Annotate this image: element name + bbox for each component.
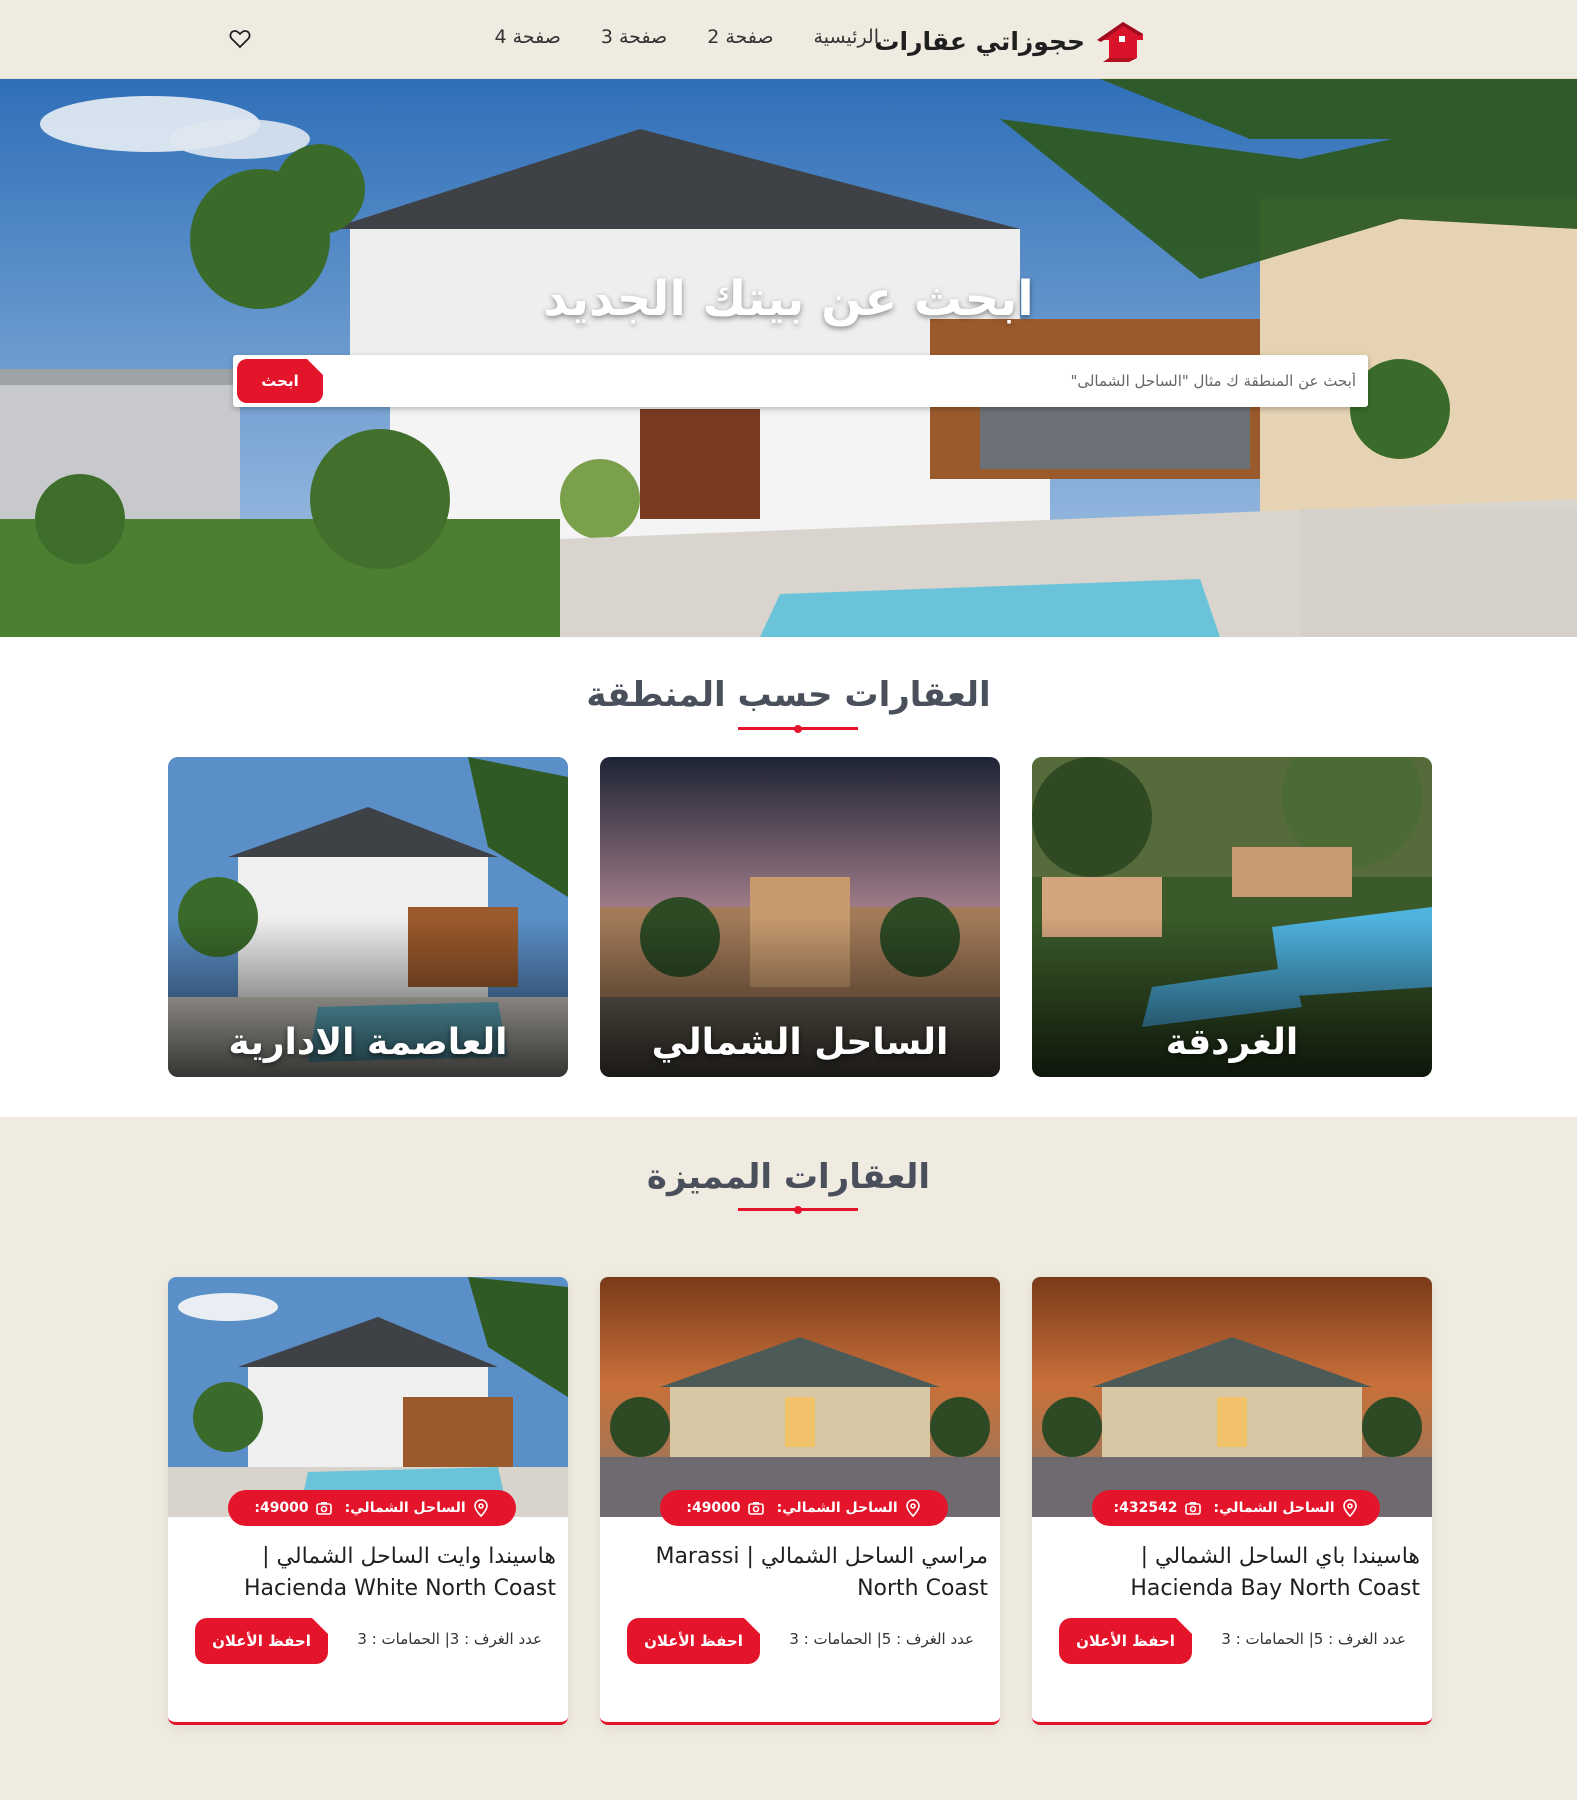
area-name-hurghada: الغردقة bbox=[1165, 1022, 1299, 1063]
nav-page-3[interactable]: صفحة 3 bbox=[601, 26, 667, 48]
hero-banner: ابحث عن بيتك الجديد ابحث bbox=[0, 79, 1577, 637]
nav-home[interactable]: الرئيسية bbox=[814, 26, 879, 48]
property-location: الساحل الشمالي: bbox=[344, 1500, 466, 1516]
save-ad-button[interactable]: احفظ الأعلان bbox=[627, 1618, 760, 1664]
heart-icon[interactable] bbox=[228, 27, 252, 51]
search-bar: ابحث bbox=[233, 355, 1368, 407]
button-fold-corner bbox=[1176, 1618, 1192, 1634]
area-name-new-capital: العاصمة الادارية bbox=[228, 1022, 508, 1063]
hero-title: ابحث عن بيتك الجديد bbox=[543, 271, 1034, 327]
property-title-ar: هاسيندا باي الساحل الشمالي | bbox=[1140, 1544, 1420, 1569]
property-title-en: Hacienda White North Coast bbox=[243, 1576, 556, 1601]
title-underline bbox=[738, 725, 858, 733]
save-ad-label: احفظ الأعلان bbox=[212, 1632, 311, 1650]
property-card[interactable]: الساحل الشمالي: 49000: هاسيندا وايت السا… bbox=[168, 1277, 568, 1725]
property-info-badge: الساحل الشمالي: 49000: bbox=[660, 1490, 948, 1526]
nav-page-2[interactable]: صفحة 2 bbox=[707, 26, 773, 48]
property-title-en: Hacienda Bay North Coast bbox=[1130, 1576, 1420, 1601]
location-pin-icon bbox=[1342, 1499, 1357, 1517]
property-title[interactable]: هاسيندا باي الساحل الشمالي | Hacienda Ba… bbox=[1044, 1541, 1420, 1605]
property-title-en: North Coast bbox=[857, 1576, 988, 1601]
search-button[interactable]: ابحث bbox=[237, 359, 323, 403]
property-photo-count: 432542: bbox=[1113, 1500, 1178, 1516]
property-card[interactable]: الساحل الشمالي: 49000: مراسي الساحل الشم… bbox=[600, 1277, 1000, 1725]
location-pin-icon bbox=[473, 1499, 488, 1517]
featured-section-title: العقارات المميزة bbox=[646, 1157, 931, 1197]
property-photo-count: 49000: bbox=[254, 1500, 309, 1516]
search-button-label: ابحث bbox=[261, 372, 299, 390]
property-image bbox=[168, 1277, 568, 1517]
location-pin-icon bbox=[905, 1499, 920, 1517]
camera-icon bbox=[747, 1502, 764, 1515]
site-header: حجوزاتي عقارات الرئيسية صفحة 2 صفحة 3 صف… bbox=[0, 0, 1577, 79]
camera-icon bbox=[315, 1502, 332, 1515]
area-card-north-coast[interactable]: الساحل الشمالي bbox=[600, 757, 1000, 1077]
button-fold-corner bbox=[744, 1618, 760, 1634]
camera-icon bbox=[1184, 1502, 1201, 1515]
property-photo-count: 49000: bbox=[686, 1500, 741, 1516]
site-logo[interactable]: حجوزاتي عقارات bbox=[874, 18, 1145, 64]
property-title-ar: مراسي الساحل الشمالي | Marassi bbox=[655, 1544, 988, 1569]
property-rooms-baths: عدد الغرف : 3| الحمامات : 3 bbox=[357, 1630, 542, 1648]
property-location: الساحل الشمالي: bbox=[1213, 1500, 1335, 1516]
property-image bbox=[600, 1277, 1000, 1517]
button-fold-corner bbox=[312, 1618, 328, 1634]
property-title-ar: هاسيندا وايت الساحل الشمالي | bbox=[262, 1544, 556, 1569]
save-ad-label: احفظ الأعلان bbox=[1076, 1632, 1175, 1650]
property-image bbox=[1032, 1277, 1432, 1517]
house-logo-icon bbox=[1097, 22, 1143, 62]
save-ad-label: احفظ الأعلان bbox=[644, 1632, 743, 1650]
title-underline bbox=[738, 1206, 858, 1214]
save-ad-button[interactable]: احفظ الأعلان bbox=[195, 1618, 328, 1664]
area-card-hurghada[interactable]: الغردقة bbox=[1032, 757, 1432, 1077]
logo-text: حجوزاتي عقارات bbox=[874, 26, 1085, 56]
main-nav: الرئيسية صفحة 2 صفحة 3 صفحة 4 bbox=[495, 26, 879, 48]
nav-page-4[interactable]: صفحة 4 bbox=[495, 26, 561, 48]
button-fold-corner bbox=[307, 359, 323, 375]
property-location: الساحل الشمالي: bbox=[776, 1500, 898, 1516]
property-rooms-baths: عدد الغرف : 5| الحمامات : 3 bbox=[1221, 1630, 1406, 1648]
property-title[interactable]: مراسي الساحل الشمالي | Marassi North Coa… bbox=[612, 1541, 988, 1605]
property-rooms-baths: عدد الغرف : 5| الحمامات : 3 bbox=[789, 1630, 974, 1648]
property-info-badge: الساحل الشمالي: 432542: bbox=[1092, 1490, 1380, 1526]
search-input[interactable] bbox=[376, 355, 1356, 407]
area-card-new-capital[interactable]: العاصمة الادارية bbox=[168, 757, 568, 1077]
property-title[interactable]: هاسيندا وايت الساحل الشمالي | Hacienda W… bbox=[180, 1541, 556, 1605]
property-card[interactable]: الساحل الشمالي: 432542: هاسيندا باي السا… bbox=[1032, 1277, 1432, 1725]
area-name-north-coast: الساحل الشمالي bbox=[651, 1022, 949, 1063]
save-ad-button[interactable]: احفظ الأعلان bbox=[1059, 1618, 1192, 1664]
areas-section-title: العقارات حسب المنطقة bbox=[586, 675, 991, 715]
property-info-badge: الساحل الشمالي: 49000: bbox=[228, 1490, 516, 1526]
